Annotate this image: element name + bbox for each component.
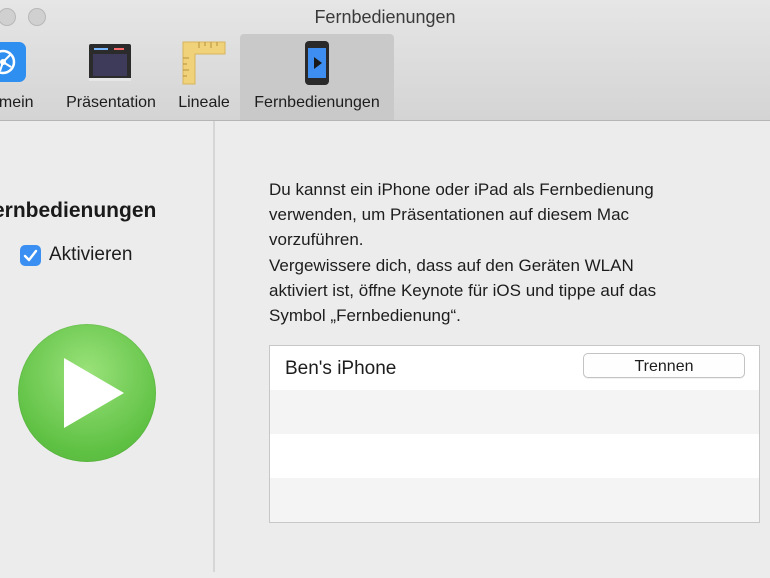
tab-presentation[interactable]: Präsentation — [57, 34, 165, 120]
ruler-icon — [181, 40, 227, 91]
description-line: Vergewissere dich, dass auf den Geräten … — [269, 256, 634, 275]
gear-icon — [0, 40, 26, 89]
device-name: Ben's iPhone — [285, 358, 397, 379]
description-line: vorzuführen. — [269, 230, 364, 249]
list-item — [270, 478, 759, 522]
tab-remotes[interactable]: Fernbedienungen — [240, 34, 394, 120]
tab-presentation-label: Präsentation — [66, 94, 156, 111]
tab-general-label: emein — [0, 94, 34, 111]
pane-divider — [213, 121, 215, 572]
list-item[interactable]: Ben's iPhone Trennen — [270, 346, 759, 390]
play-icon — [18, 324, 156, 462]
window-title: Fernbedienungen — [314, 7, 456, 27]
checkmark-icon — [23, 249, 38, 262]
enable-checkbox-label[interactable]: Aktivieren — [49, 244, 132, 266]
description-line: verwenden, um Präsentationen auf diesem … — [269, 205, 630, 224]
remote-heading: ernbedienungen — [0, 199, 157, 222]
iphone-remote-icon — [304, 40, 330, 91]
list-item — [270, 434, 759, 478]
tab-general[interactable]: emein — [0, 34, 48, 120]
disconnect-button[interactable]: Trennen — [583, 353, 745, 378]
enable-checkbox[interactable] — [20, 245, 41, 266]
tab-rulers[interactable]: Lineale — [172, 34, 236, 120]
device-list: Ben's iPhone Trennen — [269, 345, 760, 523]
list-item — [270, 390, 759, 434]
description-line: aktiviert ist, öffne Keynote für iOS und… — [269, 281, 657, 300]
window-toolbar: Fernbedienungen emein Präsen — [0, 0, 770, 121]
presentation-icon — [88, 40, 132, 89]
description-line: Du kannst ein iPhone oder iPad als Fernb… — [269, 180, 654, 199]
tab-rulers-label: Lineale — [178, 94, 230, 111]
tab-remotes-label: Fernbedienungen — [254, 94, 380, 111]
description-line: Symbol „Fernbedienung“. — [269, 306, 461, 325]
